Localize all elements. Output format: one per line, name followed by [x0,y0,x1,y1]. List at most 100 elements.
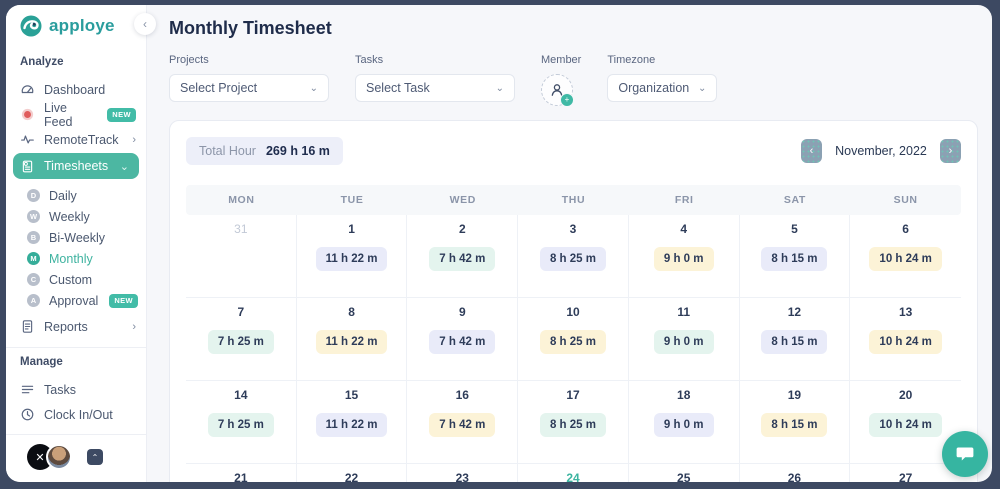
sidebar-item-timesheets[interactable]: Timesheets⌄ [13,153,139,179]
chevron-down-icon: ⌄ [310,83,318,94]
task-select[interactable]: Select Task ⌄ [355,74,515,102]
day-header-sat: SAT [740,194,851,206]
chat-widget-button[interactable] [942,431,988,477]
card-header: Total Hour 269 h 16 m ‹ November, 2022 › [186,137,961,165]
sidebar-subitem-custom[interactable]: CCustom [6,269,146,290]
date-number: 20 [850,388,961,402]
date-number: 23 [407,471,517,482]
project-select[interactable]: Select Project ⌄ [169,74,329,102]
calendar-day-cell[interactable]: 21 [186,464,297,482]
calendar-day-cell[interactable]: 167 h 42 m [407,381,518,463]
sidebar-item-label: Clock In/Out [44,408,113,422]
calendar-day-cell[interactable]: 1310 h 24 m [850,298,961,380]
sidebar-subitem-label: Daily [49,189,77,203]
monthly-letter-icon: M [27,252,40,265]
hours-badge: 8 h 15 m [761,247,827,271]
remotetrack-icon [20,132,35,147]
calendar-day-cell[interactable]: 23 [407,464,518,482]
sidebar-subitem-label: Monthly [49,252,93,266]
date-number: 15 [297,388,407,402]
chevron-right-icon: › [132,321,136,333]
tasks-icon [20,382,35,397]
date-number: 24 [518,471,628,482]
sidebar-item-clock-in-out[interactable]: Clock In/Out [6,402,146,427]
sidebar-section-label: Manage [6,356,146,368]
add-member-button[interactable]: + [541,74,573,106]
new-badge: NEW [109,294,138,308]
sidebar-item-label: Tasks [44,383,76,397]
filter-bar: Projects Select Project ⌄ Tasks Select T… [169,54,978,106]
approval-letter-icon: A [27,294,40,307]
calendar-week-row: 77 h 25 m811 h 22 m97 h 42 m108 h 25 m11… [186,298,961,381]
date-number: 26 [740,471,850,482]
calendar-day-cell[interactable]: 26 [740,464,851,482]
day-header-sun: SUN [850,194,961,206]
hours-badge: 9 h 0 m [654,413,714,437]
sidebar-subitem-daily[interactable]: DDaily [6,185,146,206]
calendar-day-cell[interactable]: 189 h 0 m [629,381,740,463]
tasks-label: Tasks [355,54,515,66]
custom-letter-icon: C [27,273,40,286]
calendar-day-cell[interactable]: 198 h 15 m [740,381,851,463]
hours-badge: 10 h 24 m [869,247,941,271]
calendar-day-cell[interactable]: 128 h 15 m [740,298,851,380]
current-month-label: November, 2022 [828,144,934,158]
date-number: 22 [297,471,407,482]
next-month-button[interactable]: › [940,139,961,163]
total-hour-value: 269 h 16 m [266,144,330,158]
hours-badge: 8 h 25 m [540,247,606,271]
sidebar-item-tasks[interactable]: Tasks [6,377,146,402]
date-number: 7 [186,305,296,319]
date-number: 6 [850,222,961,236]
project-select-value: Select Project [180,81,257,95]
sidebar-item-remotetrack[interactable]: RemoteTrack› [6,127,146,152]
calendar-day-cell[interactable]: 119 h 0 m [629,298,740,380]
date-number: 1 [297,222,407,236]
calendar-day-cell[interactable]: 27 [850,464,961,482]
sidebar-subitem-weekly[interactable]: WWeekly [6,206,146,227]
sidebar-subitem-approval[interactable]: AApprovalNEW [6,290,146,311]
workspace-switcher: ✕ ⌃ [6,434,146,482]
sidebar-collapse-button[interactable]: ‹ [134,13,156,35]
total-hour-label: Total Hour [199,144,256,158]
hours-badge: 8 h 25 m [540,330,606,354]
reports-icon [20,319,35,334]
sidebar-subitem-monthly[interactable]: M Monthly [6,248,146,269]
sidebar-subitem-label: Weekly [49,210,90,224]
calendar-day-cell[interactable]: 6 10 h 24 m [850,215,961,297]
date-number: 12 [740,305,850,319]
calendar-day-cell[interactable]: 24 [518,464,629,482]
calendar-day-cell[interactable]: 1511 h 22 m [297,381,408,463]
sidebar-subitem-bi-weekly[interactable]: BBi-Weekly [6,227,146,248]
calendar-day-cell[interactable]: 38 h 25 m [518,215,629,297]
prev-month-button[interactable]: ‹ [801,139,822,163]
calendar-day-cell[interactable]: 22 [297,464,408,482]
apploye-logo-icon [19,14,43,38]
date-number: 19 [740,388,850,402]
timezone-select[interactable]: Organization ⌄ [607,74,717,102]
calendar-day-cell[interactable]: 27 h 42 m [407,215,518,297]
sidebar-item-dashboard[interactable]: Dashboard [6,77,146,102]
calendar-day-cell[interactable]: 178 h 25 m [518,381,629,463]
new-badge: NEW [107,108,136,122]
sidebar-item-live-feed[interactable]: Live FeedNEW [6,102,146,127]
calendar-day-cell[interactable]: 111 h 22 m [297,215,408,297]
hours-badge: 7 h 25 m [208,413,274,437]
calendar-day-cell[interactable]: 31 [186,215,297,297]
app-logo[interactable]: apploye [6,5,146,38]
calendar-day-cell[interactable]: 25 [629,464,740,482]
user-avatar[interactable] [46,444,72,470]
projects-filter: Projects Select Project ⌄ [169,54,329,102]
calendar-day-cell[interactable]: 108 h 25 m [518,298,629,380]
calendar-day-cell[interactable]: 811 h 22 m [297,298,408,380]
date-number: 5 [740,222,850,236]
task-select-value: Select Task [366,81,430,95]
date-number: 16 [407,388,517,402]
calendar-day-cell[interactable]: 147 h 25 m [186,381,297,463]
calendar-day-cell[interactable]: 77 h 25 m [186,298,297,380]
sidebar-item-reports[interactable]: Reports› [6,314,146,339]
calendar-day-cell[interactable]: 97 h 42 m [407,298,518,380]
workspace-expand-button[interactable]: ⌃ [87,449,103,465]
calendar-day-cell[interactable]: 5 8 h 15 m [740,215,851,297]
calendar-day-cell[interactable]: 49 h 0 m [629,215,740,297]
